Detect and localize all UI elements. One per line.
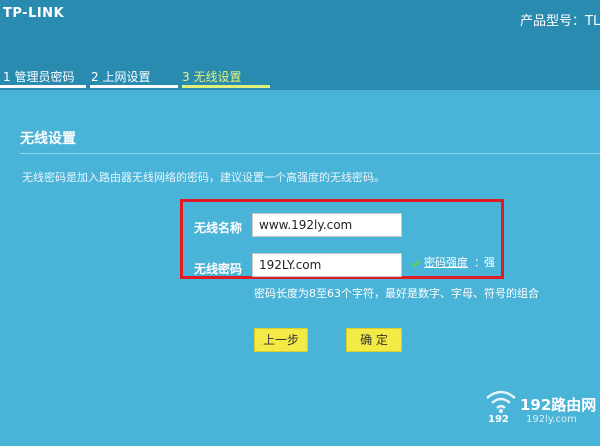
password-hint: 密码长度为8至63个字符，最好是数字、字母、符号的组合 [254, 287, 539, 300]
step-line-wireless-setup [182, 85, 270, 88]
prev-button[interactable]: 上一步 [254, 328, 308, 352]
wireless-settings-panel: 无线设置 无线密码是加入路由器无线网络的密码，建议设置一个高强度的无线密码。 无… [0, 90, 600, 446]
setup-steps: 1 管理员密码 2 上网设置 3 无线设置 [0, 68, 600, 90]
brand-logo: TP-LINK [3, 6, 65, 21]
check-icon [411, 259, 421, 268]
password-strength-value: 强 [484, 256, 495, 269]
ssid-input[interactable] [252, 213, 402, 237]
confirm-button[interactable]: 确 定 [346, 328, 402, 352]
section-description: 无线密码是加入路由器无线网络的密码，建议设置一个高强度的无线密码。 [22, 171, 385, 184]
step-line-admin-password [0, 85, 86, 88]
watermark: 192路由网 192 192ly.com [480, 384, 600, 446]
product-model: 产品型号：TL-W [520, 14, 600, 29]
header-bar: TP-LINK 产品型号：TL-W 1 管理员密码 2 上网设置 3 无线设置 [0, 0, 600, 90]
section-title: 无线设置 [20, 131, 76, 147]
section-divider [20, 153, 600, 154]
wifi-icon [486, 390, 516, 413]
ssid-label: 无线名称 [194, 221, 243, 235]
watermark-mini: 192 [488, 414, 509, 425]
watermark-subtitle: 192ly.com [526, 414, 577, 425]
password-strength-label: 密码强度 [424, 256, 468, 269]
step-line-internet-setup [90, 85, 178, 88]
step-admin-password[interactable]: 1 管理员密码 [3, 68, 74, 85]
step-wireless-setup[interactable]: 3 无线设置 [182, 68, 241, 85]
watermark-title: 192路由网 [520, 396, 597, 414]
step-internet-setup[interactable]: 2 上网设置 [91, 68, 150, 85]
password-label: 无线密码 [194, 262, 243, 276]
password-input[interactable] [252, 253, 402, 277]
